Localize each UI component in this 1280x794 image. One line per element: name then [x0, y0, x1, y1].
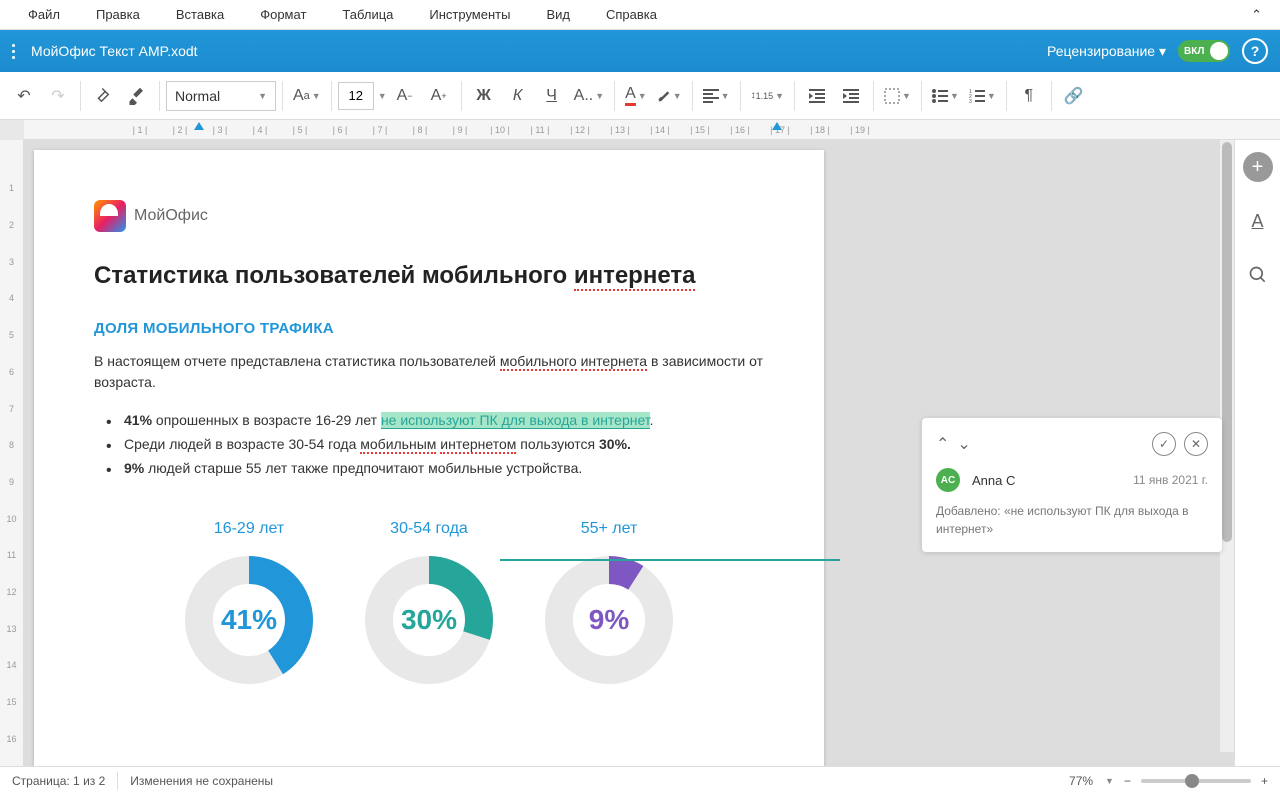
tracked-change: не используют ПК для выхода в интернет — [381, 412, 650, 429]
menu-file[interactable]: Файл — [10, 7, 78, 22]
bold-button[interactable]: Ж — [468, 80, 500, 112]
indent-marker-left-icon[interactable] — [194, 122, 204, 130]
line-spacing-button[interactable]: ↕1.15▼ — [747, 80, 788, 112]
menu-tools[interactable]: Инструменты — [411, 7, 528, 22]
save-status: Изменения не сохранены — [130, 774, 273, 788]
clear-format-button[interactable] — [121, 80, 153, 112]
search-button[interactable] — [1243, 260, 1273, 290]
chart-value: 9% — [589, 604, 629, 636]
donut-chart: 16-29 лет 41% — [179, 520, 319, 690]
add-comment-button[interactable]: + — [1243, 152, 1273, 182]
page-indicator[interactable]: Страница: 1 из 2 — [12, 774, 105, 788]
menu-edit[interactable]: Правка — [78, 7, 158, 22]
undo-button[interactable]: ↶ — [8, 80, 40, 112]
collapse-ribbon-button[interactable]: ⌃ — [1243, 7, 1270, 23]
link-button[interactable]: 🔗 — [1058, 80, 1090, 112]
logo-icon — [94, 200, 126, 232]
help-button[interactable]: ? — [1242, 38, 1268, 64]
menu-table[interactable]: Таблица — [324, 7, 411, 22]
font-size-input[interactable]: 12 — [338, 82, 374, 110]
toolbar: ↶ ↷ Normal▼ Aa▼ 12 ▼ A− A+ Ж К Ч A..▼ A▼… — [0, 72, 1280, 120]
vertical-ruler[interactable]: 1234567891011121314151617 — [0, 140, 24, 794]
avatar: AC — [936, 468, 960, 492]
list-item: 9% людей старше 55 лет также предпочитаю… — [124, 457, 764, 481]
indent-marker-right-icon[interactable] — [772, 122, 782, 130]
charts-row: 16-29 лет 41% 30-54 года 30% 55+ лет 9% — [94, 520, 764, 690]
comment-body: Добавлено: «не используют ПК для выхода … — [936, 502, 1208, 538]
heading-1: Статистика пользователей мобильного инте… — [94, 262, 764, 290]
chart-title: 16-29 лет — [214, 520, 284, 538]
logo-text: МойОфис — [134, 207, 208, 225]
redo-button[interactable]: ↷ — [42, 80, 74, 112]
font-color-button[interactable]: A▼ — [621, 80, 651, 112]
nonprinting-button[interactable]: ▼ — [880, 80, 915, 112]
bullet-list-button[interactable]: ▼ — [928, 80, 963, 112]
indent-increase-button[interactable] — [835, 80, 867, 112]
comment-date: 11 янв 2021 г. — [1133, 473, 1208, 487]
underline-button[interactable]: Ч — [536, 80, 568, 112]
style-select[interactable]: Normal▼ — [166, 81, 276, 111]
zoom-slider[interactable] — [1141, 779, 1251, 783]
bullet-list: 41% опрошенных в возрасте 16-29 лет не и… — [94, 409, 764, 480]
font-family-select[interactable]: Aa▼ — [289, 80, 325, 112]
donut-chart: 55+ лет 9% — [539, 520, 679, 690]
zoom-in-button[interactable]: + — [1261, 774, 1268, 788]
highlight-button[interactable]: ▼ — [653, 80, 686, 112]
indent-decrease-button[interactable] — [801, 80, 833, 112]
pilcrow-button[interactable]: ¶ — [1013, 80, 1045, 112]
list-item: Среди людей в возрасте 30-54 года мобиль… — [124, 433, 764, 457]
review-toggle[interactable]: ВКЛ — [1178, 40, 1230, 62]
paragraph: В настоящем отчете представлена статисти… — [94, 351, 764, 393]
zoom-out-button[interactable]: − — [1124, 774, 1131, 788]
heading-2: ДОЛЯ МОБИЛЬНОГО ТРАФИКА — [94, 320, 764, 337]
chart-title: 55+ лет — [581, 520, 638, 538]
title-bar: МойОфис Текст AMP.xodt Рецензирование ▾ … — [0, 30, 1280, 72]
next-comment-button[interactable]: ⌄ — [957, 434, 970, 454]
page[interactable]: МойОфис Статистика пользователей мобильн… — [34, 150, 824, 794]
menu-insert[interactable]: Вставка — [158, 7, 242, 22]
chart-value: 30% — [401, 604, 457, 636]
prev-comment-button[interactable]: ⌃ — [936, 434, 949, 454]
zoom-value[interactable]: 77% — [1069, 774, 1093, 788]
menu-help[interactable]: Справка — [588, 7, 675, 22]
number-list-button[interactable]: 123▼ — [965, 80, 1000, 112]
comment-author: Anna C — [972, 473, 1125, 488]
status-bar: Страница: 1 из 2 Изменения не сохранены … — [0, 766, 1280, 794]
menu-format[interactable]: Формат — [242, 7, 324, 22]
decrease-font-button[interactable]: A− — [389, 80, 421, 112]
reject-comment-button[interactable]: ✕ — [1184, 432, 1208, 456]
vertical-scrollbar[interactable] — [1220, 140, 1234, 752]
more-font-button[interactable]: A..▼ — [570, 80, 608, 112]
app-menu-icon[interactable] — [12, 44, 15, 59]
svg-text:3: 3 — [969, 99, 972, 103]
comment-card[interactable]: ⌃ ⌄ ✓ ✕ AC Anna C 11 янв 2021 г. Добавле… — [922, 418, 1222, 552]
menu-view[interactable]: Вид — [528, 7, 588, 22]
chart-title: 30-54 года — [390, 520, 468, 538]
zoom-dropdown[interactable]: ▼ — [1105, 776, 1114, 786]
review-dropdown[interactable]: Рецензирование ▾ — [1047, 43, 1166, 60]
comment-connector — [500, 559, 840, 561]
horizontal-ruler[interactable]: | 1 || 2 || 3 || 4 || 5 || 6 || 7 || 8 |… — [24, 120, 1280, 140]
donut-chart: 30-54 года 30% — [359, 520, 499, 690]
format-painter-button[interactable] — [87, 80, 119, 112]
accept-comment-button[interactable]: ✓ — [1152, 432, 1176, 456]
list-item: 41% опрошенных в возрасте 16-29 лет не и… — [124, 409, 764, 433]
document-title: МойОфис Текст AMP.xodt — [31, 43, 198, 59]
align-button[interactable]: ▼ — [699, 80, 734, 112]
italic-button[interactable]: К — [502, 80, 534, 112]
chart-value: 41% — [221, 604, 277, 636]
font-panel-button[interactable]: А — [1243, 206, 1273, 236]
menu-bar: Файл Правка Вставка Формат Таблица Инстр… — [0, 0, 1280, 30]
logo: МойОфис — [94, 200, 764, 232]
right-sidebar: + А — [1234, 140, 1280, 794]
increase-font-button[interactable]: A+ — [423, 80, 455, 112]
font-size-dropdown[interactable]: ▼ — [378, 91, 387, 101]
